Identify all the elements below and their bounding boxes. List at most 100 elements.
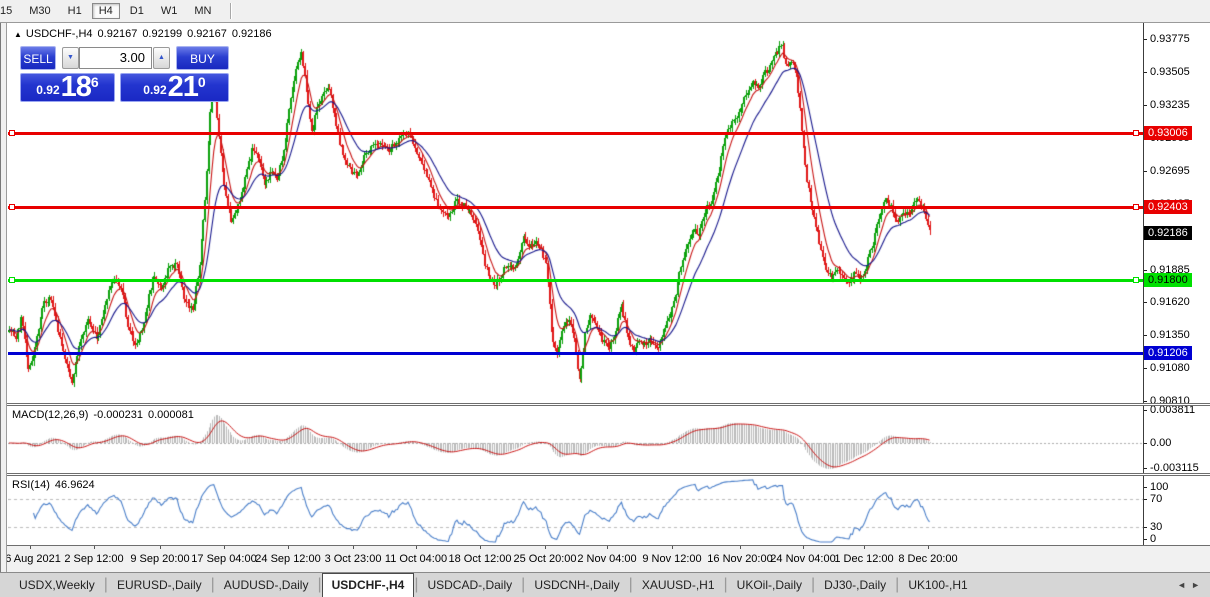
- sell-price-prefix: 0.92: [36, 83, 60, 97]
- time-axis[interactable]: 26 Aug 2021 2 Sep 12:00 9 Sep 20:00 17 Sep …: [0, 546, 1210, 572]
- price-tick-0.93235: 0.93235: [1150, 99, 1190, 111]
- price-tick-0.93505: 0.93505: [1150, 66, 1190, 78]
- date-tick: [803, 546, 804, 549]
- date-label: 3 Oct 23:00: [324, 553, 382, 565]
- rsi-label: RSI(14) 46.9624: [12, 479, 100, 491]
- tab-usdx-weekly[interactable]: USDX,Weekly: [10, 573, 104, 597]
- volume-input[interactable]: 3.00: [79, 47, 152, 69]
- chart-tabs: USDX,Weekly | EURUSD-,Daily | AUDUSD-,Daily |…: [0, 573, 977, 597]
- tab-usdcnh-daily[interactable]: USDCNH-,Daily: [525, 573, 628, 597]
- timeframe-button-d1[interactable]: D1: [123, 3, 151, 19]
- price-tick-0.92695: 0.92695: [1150, 165, 1190, 177]
- timeframe-button-m30[interactable]: M30: [22, 3, 57, 19]
- price-tick-0.91620: 0.91620: [1150, 296, 1190, 308]
- date-label: 2 Sep 12:00: [64, 553, 124, 565]
- window-left-frame: [0, 23, 7, 572]
- macd-name: MACD(12,26,9): [12, 409, 89, 421]
- line-handle[interactable]: [1133, 130, 1139, 136]
- ohlc-close: 0.92186: [231, 28, 272, 40]
- line-handle[interactable]: [9, 277, 15, 283]
- horizontal-line-0.91800[interactable]: [8, 279, 1143, 282]
- date-tick: [607, 546, 608, 549]
- rsi-panel-canvas[interactable]: [8, 476, 1143, 544]
- price-level-badge-0.93006: 0.93006: [1144, 126, 1192, 140]
- date-tick: [416, 546, 417, 549]
- triangle-down-icon: ▼: [67, 54, 74, 61]
- buy-price-display[interactable]: 0.92 21 0: [120, 73, 229, 102]
- tab-uk100-h1[interactable]: UK100-,H1: [899, 573, 976, 597]
- timeframe-button-h1[interactable]: H1: [61, 3, 89, 19]
- date-label: 9 Nov 12:00: [642, 553, 702, 565]
- toolbar-separator: [230, 3, 233, 19]
- date-label: 9 Sep 20:00: [130, 553, 190, 565]
- current-price-badge: 0.92186: [1144, 226, 1192, 240]
- rsi-tick-30: 30: [1150, 521, 1163, 533]
- tab-xauusd-h1[interactable]: XAUUSD-,H1: [633, 573, 724, 597]
- rsi-value: 46.9624: [54, 479, 95, 491]
- sell-price-pipette: 6: [90, 74, 99, 90]
- tab-scroll-right-icon[interactable]: ►: [1191, 580, 1200, 590]
- date-tick: [288, 546, 289, 549]
- sell-price-display[interactable]: 0.92 18 6: [20, 73, 115, 102]
- date-tick: [160, 546, 161, 549]
- horizontal-line-0.91206[interactable]: [8, 352, 1143, 355]
- volume-increase-button[interactable]: ▲: [153, 47, 170, 69]
- tab-scroll-left-icon[interactable]: ◄: [1177, 580, 1186, 590]
- chart-symbol-period: USDCHF-,H4: [25, 28, 93, 40]
- macd-tick-0.00: 0.00: [1150, 437, 1172, 449]
- date-tick: [928, 546, 929, 549]
- tab-eurusd-daily[interactable]: EURUSD-,Daily: [108, 573, 211, 597]
- date-tick: [672, 546, 673, 549]
- rsi-panel-splitter[interactable]: [0, 473, 1210, 476]
- line-handle[interactable]: [9, 204, 15, 210]
- tab-audusd-daily[interactable]: AUDUSD-,Daily: [215, 573, 318, 597]
- timeframe-button-15[interactable]: 15: [0, 3, 19, 19]
- date-label: 1 Dec 12:00: [834, 553, 894, 565]
- ohlc-open: 0.92167: [97, 28, 138, 40]
- timeframe-button-w1[interactable]: W1: [154, 3, 185, 19]
- ohlc-low: 0.92167: [187, 28, 227, 40]
- rsi-name: RSI(14): [12, 479, 50, 491]
- tab-ukoil-daily[interactable]: UKOil-,Daily: [728, 573, 811, 597]
- price-level-badge-0.91800: 0.91800: [1144, 273, 1192, 287]
- date-label: 24 Nov 04:00: [770, 553, 836, 565]
- date-label: 16 Nov 20:00: [707, 553, 773, 565]
- tab-dj30-daily[interactable]: DJ30-,Daily: [815, 573, 895, 597]
- horizontal-line-0.93006[interactable]: [8, 132, 1143, 135]
- date-tick: [30, 546, 31, 549]
- timeframe-button-h4[interactable]: H4: [91, 3, 120, 19]
- tab-usdchf-h4[interactable]: USDCHF-,H4: [321, 573, 415, 597]
- tab-scroll-arrows: ◄ ►: [1177, 573, 1210, 597]
- volume-decrease-button[interactable]: ▼: [62, 47, 79, 69]
- date-label: 25 Oct 20:00: [513, 553, 577, 565]
- date-tick: [740, 546, 741, 549]
- macd-value-main: -0.000231: [93, 409, 143, 421]
- date-label: 11 Oct 04:00: [384, 553, 448, 565]
- timeframe-toolbar: 15 M30 H1 H4 D1 W1 MN: [0, 0, 1210, 23]
- date-tick: [353, 546, 354, 549]
- rsi-tick-100: 100: [1150, 481, 1169, 493]
- collapse-chart-icon[interactable]: ▲: [14, 30, 22, 39]
- buy-button[interactable]: BUY: [176, 46, 229, 70]
- line-handle[interactable]: [1133, 204, 1139, 210]
- tab-usdcad-daily[interactable]: USDCAD-,Daily: [418, 573, 521, 597]
- line-handle[interactable]: [1133, 277, 1139, 283]
- macd-panel-splitter[interactable]: [0, 403, 1210, 406]
- date-tick: [864, 546, 865, 549]
- date-tick: [480, 546, 481, 549]
- macd-value-signal: 0.000081: [147, 409, 194, 421]
- chart-ohlc-header: ▲ USDCHF-,H4 0.92167 0.92199 0.92167 0.92186: [14, 28, 277, 40]
- chart-tab-bar: USDX,Weekly | EURUSD-,Daily | AUDUSD-,Daily |…: [0, 572, 1210, 597]
- line-handle[interactable]: [9, 130, 15, 136]
- horizontal-line-0.92403[interactable]: [8, 206, 1143, 209]
- buy-price-big: 21: [167, 71, 199, 103]
- price-tick-0.91080: 0.91080: [1150, 362, 1190, 374]
- macd-label: MACD(12,26,9) -0.000231 0.000081: [12, 409, 199, 421]
- sell-button[interactable]: SELL: [20, 46, 56, 70]
- one-click-trade-widget: SELL ▼ 3.00 ▲ BUY 0.92 18 6 0.92 21 0: [20, 45, 230, 102]
- timeframe-button-mn[interactable]: MN: [187, 3, 218, 19]
- price-level-badge-0.92403: 0.92403: [1144, 200, 1192, 214]
- date-label: 2 Nov 04:00: [577, 553, 637, 565]
- date-tick: [94, 546, 95, 549]
- rsi-tick-0: 0: [1150, 533, 1157, 545]
